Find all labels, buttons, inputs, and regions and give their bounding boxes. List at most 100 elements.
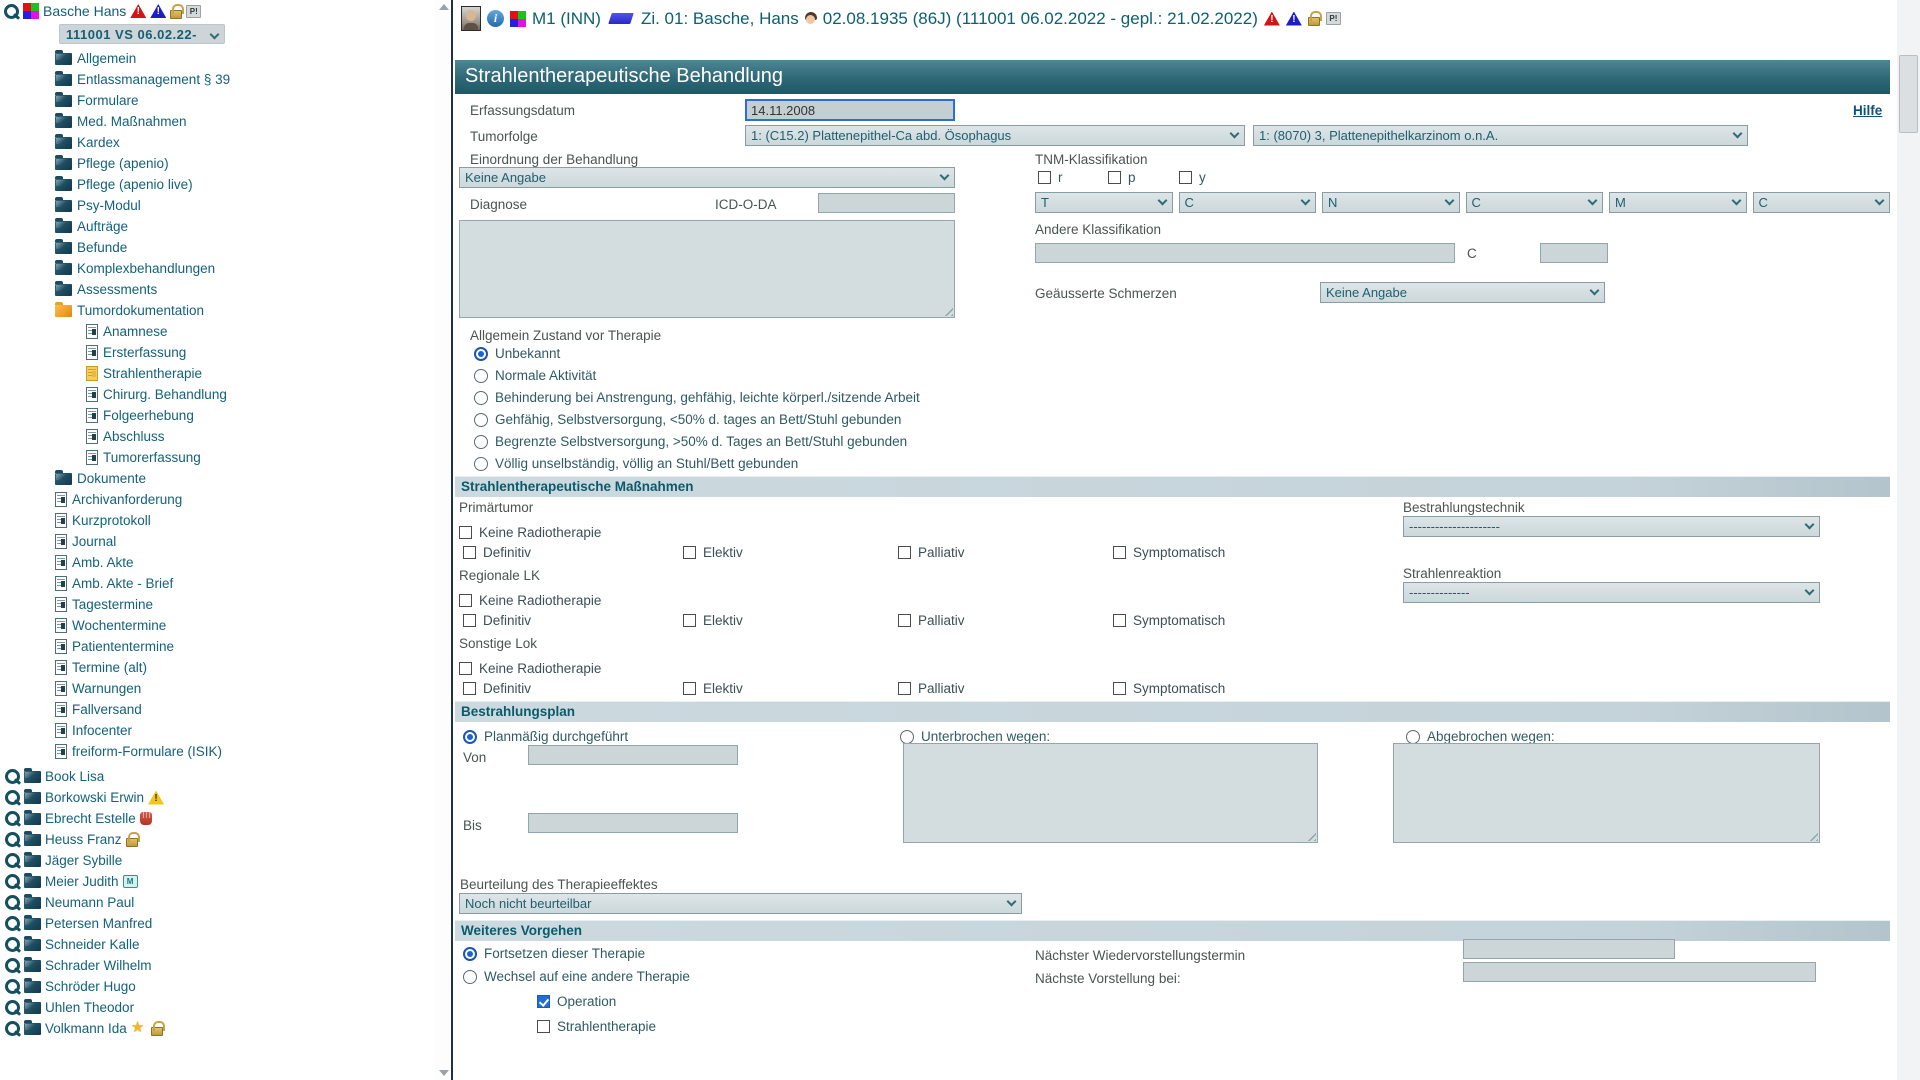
sidebar-tree-item[interactable]: Strahlentherapie (0, 363, 435, 384)
p-badge-icon[interactable] (1326, 12, 1341, 25)
sidebar-tree-item[interactable]: Assessments (0, 279, 435, 300)
tumorfolge-select[interactable]: 1: (C15.2) Plattenepithel-Ca abd. Ösopha… (745, 125, 1245, 146)
radiotherapie-col-checkbox[interactable] (683, 614, 696, 627)
zustand-radio[interactable] (474, 391, 488, 405)
sidebar-tree-item[interactable]: Pflege (apenio) (0, 153, 435, 174)
sidebar-patient-item[interactable]: Neumann Paul (0, 892, 435, 913)
sidebar-tree-item[interactable]: Entlassmanagement § 39 (0, 69, 435, 90)
erfassungsdatum-input[interactable] (745, 99, 955, 121)
sidebar-patient-item[interactable]: Borkowski Erwin (0, 787, 435, 808)
sidebar-tree-item[interactable]: Journal (0, 531, 435, 552)
lock-icon[interactable] (1308, 17, 1320, 26)
sidebar-patient-header[interactable]: Basche Hans (0, 0, 435, 21)
zustand-option[interactable]: Behinderung bei Anstrengung, gehfähig, l… (474, 390, 920, 405)
sidebar-scrollbar[interactable] (435, 0, 451, 1080)
bis-input[interactable] (528, 813, 738, 833)
zustand-option[interactable]: Unbekannt (474, 346, 560, 361)
resize-grip-icon[interactable] (1304, 829, 1316, 841)
plan-planmaessig-radio[interactable] (463, 730, 477, 744)
plan-abgebrochen-radio[interactable] (1406, 730, 1420, 744)
keine-radiotherapie-checkbox[interactable] (459, 526, 472, 539)
zustand-option[interactable]: Völlig unselbständig, völlig an Stuhl/Be… (474, 456, 798, 471)
plan-unterbrochen-radio[interactable] (900, 730, 914, 744)
sidebar-patient-item[interactable]: Heuss Franz (0, 829, 435, 850)
sidebar-patient-item[interactable]: Ebrecht Estelle (0, 808, 435, 829)
radiotherapie-col-checkbox[interactable] (463, 546, 476, 559)
sidebar-tree-item[interactable]: Amb. Akte (0, 552, 435, 573)
sidebar-tree-item[interactable]: Ersterfassung (0, 342, 435, 363)
naechster-termin-input[interactable] (1463, 939, 1675, 959)
sidebar-patient-item[interactable]: Meier Judith (0, 871, 435, 892)
sidebar-tree-item[interactable]: Fallversand (0, 699, 435, 720)
operation-checkbox[interactable] (537, 995, 550, 1008)
beurteilung-select[interactable]: Noch nicht beurteilbar (459, 893, 1022, 914)
schmerzen-select[interactable]: Keine Angabe (1320, 282, 1605, 303)
radiotherapie-col-checkbox[interactable] (463, 614, 476, 627)
main-vertical-scrollbar[interactable] (1897, 0, 1920, 1080)
tnm-n-select[interactable]: N (1322, 192, 1460, 213)
sidebar-tree-item[interactable]: Befunde (0, 237, 435, 258)
sidebar-patient-item[interactable]: Schrader Wilhelm (0, 955, 435, 976)
zustand-option[interactable]: Begrenzte Selbstversorgung, >50% d. Tage… (474, 434, 907, 449)
sidebar-patient-item[interactable]: Uhlen Theodor (0, 997, 435, 1018)
sidebar-tree-item[interactable]: Anamnese (0, 321, 435, 342)
sidebar-tree-item[interactable]: Folgeerhebung (0, 405, 435, 426)
wechsel-radio[interactable] (463, 970, 477, 984)
sidebar-patient-item[interactable]: Book Lisa (0, 766, 435, 787)
sidebar-tree-item[interactable]: Warnungen (0, 678, 435, 699)
sidebar-tree-item[interactable]: Tumordokumentation (0, 300, 435, 321)
radiotherapie-col-checkbox[interactable] (898, 682, 911, 695)
sidebar-tree-item[interactable]: Wochentermine (0, 615, 435, 636)
radiotherapie-col-checkbox[interactable] (898, 546, 911, 559)
tnm-r-checkbox[interactable] (1038, 171, 1051, 184)
tnm-p-checkbox[interactable] (1108, 171, 1121, 184)
sidebar-tree-item[interactable]: Komplexbehandlungen (0, 258, 435, 279)
radiotherapie-col-checkbox[interactable] (1113, 546, 1126, 559)
sidebar-tree-item[interactable]: Patiententermine (0, 636, 435, 657)
andere-klassifikation-input[interactable] (1035, 243, 1455, 263)
sidebar-tree-item[interactable]: Aufträge (0, 216, 435, 237)
sidebar-patient-item[interactable]: Schneider Kalle (0, 934, 435, 955)
sidebar-tree-item[interactable]: Amb. Akte - Brief (0, 573, 435, 594)
tnm-t-select[interactable]: T (1035, 192, 1173, 213)
sidebar-tree-item[interactable]: Tagestermine (0, 594, 435, 615)
keine-radiotherapie-checkbox[interactable] (459, 662, 472, 675)
sidebar-tree-item[interactable]: Termine (alt) (0, 657, 435, 678)
sidebar-patient-item[interactable]: Schröder Hugo (0, 976, 435, 997)
sidebar-tree-item[interactable]: Dokumente (0, 468, 435, 489)
sidebar-tree-item[interactable]: Tumorerfassung (0, 447, 435, 468)
info-icon[interactable] (487, 10, 504, 27)
radiotherapie-col-checkbox[interactable] (1113, 614, 1126, 627)
tnm-m-select[interactable]: M (1609, 192, 1747, 213)
sidebar-tree-item[interactable]: Chirurg. Behandlung (0, 384, 435, 405)
andere-klassifikation-c-input[interactable] (1540, 243, 1608, 263)
zustand-option[interactable]: Gehfähig, Selbstversorgung, <50% d. tage… (474, 412, 901, 427)
scrollbar-thumb[interactable] (1899, 55, 1918, 133)
sidebar-tree-item[interactable]: freiform-Formulare (ISIK) (0, 741, 435, 762)
keine-radiotherapie-checkbox[interactable] (459, 594, 472, 607)
alert-red-icon[interactable] (1264, 12, 1280, 26)
sidebar-tree-item[interactable]: Kardex (0, 132, 435, 153)
sidebar-tree-item[interactable]: Med. Maßnahmen (0, 111, 435, 132)
case-selector[interactable]: 111001 VS 06.02.22- (59, 24, 225, 44)
alert-blue-icon[interactable] (1286, 12, 1302, 26)
tnm-y-checkbox[interactable] (1179, 171, 1192, 184)
strahlenreaktion-select[interactable]: -------------- (1403, 582, 1820, 603)
zustand-radio[interactable] (474, 457, 488, 471)
radiotherapie-col-checkbox[interactable] (463, 682, 476, 695)
tnm-c3-select[interactable]: C (1753, 192, 1891, 213)
abgebrochen-textarea[interactable] (1393, 743, 1820, 843)
einordnung-select[interactable]: Keine Angabe (459, 167, 955, 188)
sidebar-patient-item[interactable]: Volkmann Ida (0, 1018, 435, 1039)
scroll-down-icon[interactable] (439, 1070, 449, 1076)
strahlentherapie-checkbox[interactable] (537, 1020, 550, 1033)
sidebar-tree-item[interactable]: Formulare (0, 90, 435, 111)
zustand-radio[interactable] (474, 347, 488, 361)
von-input[interactable] (528, 745, 738, 765)
sidebar-tree-item[interactable]: Abschluss (0, 426, 435, 447)
resize-grip-icon[interactable] (1806, 829, 1818, 841)
tnm-c2-select[interactable]: C (1466, 192, 1604, 213)
tumorfolge-histologie-select[interactable]: 1: (8070) 3, Plattenepithelkarzinom o.n.… (1253, 125, 1748, 146)
zustand-radio[interactable] (474, 435, 488, 449)
zustand-radio[interactable] (474, 369, 488, 383)
